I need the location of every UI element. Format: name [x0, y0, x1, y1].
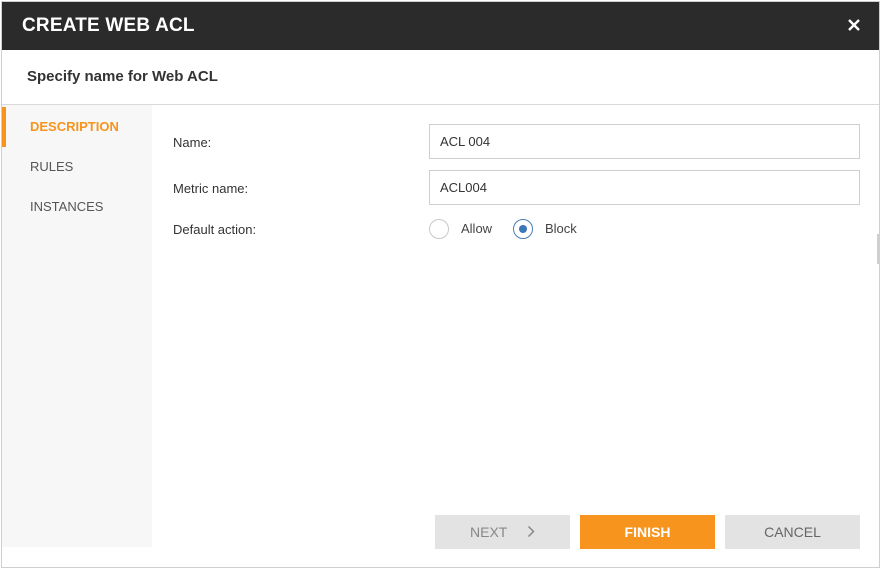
- wizard-sidebar: DESCRIPTION RULES INSTANCES: [2, 105, 152, 547]
- block-radio[interactable]: [513, 219, 533, 239]
- close-icon[interactable]: [843, 14, 865, 36]
- metric-name-label: Metric name:: [173, 181, 249, 196]
- dialog-titlebar: CREATE WEB ACL: [2, 2, 879, 50]
- chevron-right-icon: [527, 516, 535, 550]
- radio-selected-dot: [519, 225, 527, 233]
- default-action-label: Default action:: [173, 222, 257, 237]
- next-button-label: NEXT: [470, 524, 508, 540]
- allow-radio[interactable]: [429, 219, 449, 239]
- allow-radio-label[interactable]: Allow: [461, 221, 492, 236]
- create-web-acl-dialog: CREATE WEB ACL Specify name for Web ACL …: [1, 1, 880, 568]
- cancel-button[interactable]: CANCEL: [725, 515, 860, 549]
- metric-name-input[interactable]: [429, 170, 860, 205]
- next-button[interactable]: NEXT: [435, 515, 570, 549]
- step-subtitle: Specify name for Web ACL: [27, 68, 218, 85]
- sidebar-item-rules[interactable]: RULES: [2, 147, 152, 187]
- dialog-title: CREATE WEB ACL: [22, 15, 195, 36]
- sidebar-item-instances[interactable]: INSTANCES: [2, 187, 152, 227]
- name-label: Name:: [173, 135, 212, 150]
- sidebar-item-description[interactable]: DESCRIPTION: [2, 107, 152, 147]
- name-input[interactable]: [429, 124, 860, 159]
- finish-button[interactable]: FINISH: [580, 515, 715, 549]
- scrollbar-edge: [877, 234, 879, 264]
- dialog-subheader: Specify name for Web ACL: [2, 50, 879, 105]
- block-radio-label[interactable]: Block: [545, 221, 577, 236]
